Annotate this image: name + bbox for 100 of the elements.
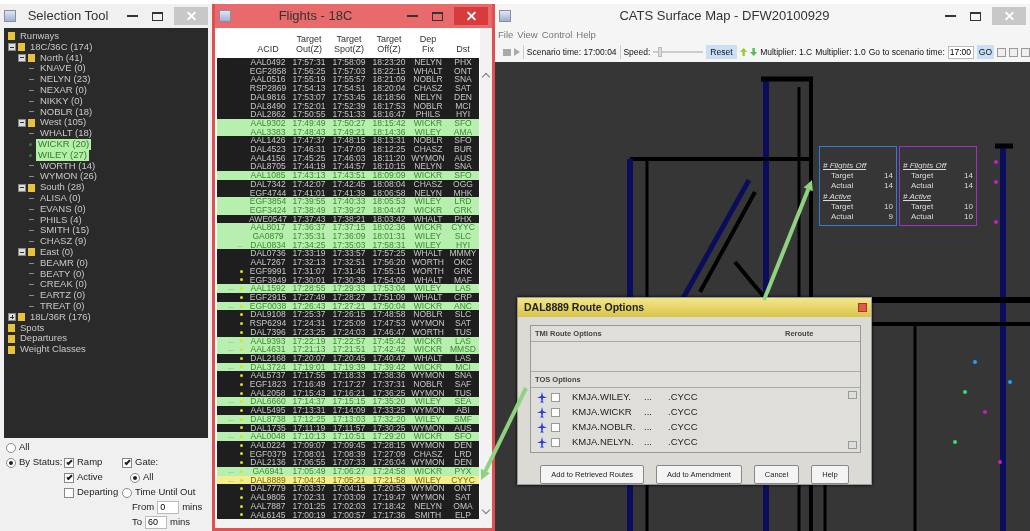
menu-item[interactable]: Help (576, 27, 596, 43)
table-row[interactable]: RSP6294 17:24:31 17:25:09 17:47:53 WYMON SAT (217, 319, 479, 328)
table-row[interactable]: EGF9991 17:31:07 17:31:45 17:55:15 WORTH GRK (217, 266, 479, 276)
maximize-button[interactable] (970, 11, 981, 21)
table-row[interactable]: DAL8705 17:44:19 17:44:57 18:10:15 NELYN SNA (217, 162, 479, 172)
table-row[interactable]: DAL7342 17:42:07 17:42:45 18:08:04 CHASZ OGG (217, 179, 479, 189)
table-row[interactable]: AAL7267 17:32:13 17:32:51 17:56:20 WORTH OKC (217, 258, 479, 267)
stop-icon[interactable] (503, 48, 511, 56)
radio-button[interactable] (6, 442, 16, 453)
checkbox[interactable] (551, 438, 560, 447)
table-row[interactable]: AAL9302 17:49:49 17:50:27 18:15:42 WICKR SFO (217, 118, 479, 128)
table-row[interactable]: AAL5495 17:13:31 17:14:09 17:33:25 WYMON ABI (217, 406, 479, 415)
radio-button[interactable] (6, 457, 16, 468)
collapse-icon[interactable] (18, 248, 26, 257)
scroll-up-button[interactable] (848, 391, 857, 399)
scrollbar[interactable] (215, 519, 492, 528)
tree-item[interactable]: SMITH (15) (38, 225, 92, 237)
scrollbar[interactable] (480, 28, 492, 519)
tree-item[interactable]: BEAMR (0) (38, 257, 91, 269)
tree-item[interactable]: WYMON (26) (38, 171, 99, 183)
column-header[interactable]: ACID (257, 43, 279, 54)
table-row[interactable]: EGF0379 17:08:01 17:08:39 17:27:09 CHASZ LRD (217, 449, 479, 459)
tree-item[interactable]: EVANS (0) (38, 203, 88, 215)
table-row[interactable]: AAL0516 17:55:19 17:55:57 18:21:09 NOBLR SNA (217, 75, 479, 85)
table-row[interactable]: AAL4156 17:45:25 17:46:03 18:11:20 WYMON AUS (217, 153, 479, 163)
table-row[interactable]: AAL1426 17:47:37 17:48:15 18:13:31 NOBLR SFO (217, 136, 479, 146)
tree-item[interactable]: West (105) (38, 117, 89, 129)
tree-item[interactable]: WHALT (18) (38, 128, 94, 139)
menu-item[interactable]: Control (541, 27, 573, 43)
table-row[interactable]: RSP2869 17:54:13 17:54:51 18:20:04 CHASZ SAT (217, 84, 479, 93)
radio-button[interactable] (122, 487, 132, 498)
table-row[interactable]: AAL0492 17:57:31 17:58:09 18:23:20 NELYN PHX (217, 58, 479, 67)
table-row[interactable]: AAL0224 17:09:07 17:09:45 17:28:15 WYMON DEN (217, 440, 479, 450)
table-row[interactable]: EGF3424 17:38:49 17:39:27 18:04:47 WICKR GRK (217, 205, 479, 215)
number-field[interactable]: 0 (157, 501, 180, 514)
table-row[interactable]: AAL6145 17:00:19 17:00:57 17:17:36 SMITH ELP (217, 510, 479, 519)
column-header[interactable]: Dst (456, 43, 470, 54)
table-row[interactable]: GA0879 17:35:31 17:36:09 18:01:31 WILEY SLC (217, 232, 479, 241)
table-row[interactable]: EGF1823 17:16:49 17:17:27 17:37:31 NOBLR SAF (217, 380, 479, 389)
tree-item[interactable]: North (41) (38, 52, 85, 64)
tree-item[interactable]: WILEY (27) (36, 149, 89, 161)
tree-item[interactable]: Runways (18, 31, 62, 42)
tree-item[interactable]: EARTZ (0) (38, 290, 88, 301)
table-row[interactable]: EGF2858 17:56:25 17:57:03 18:22:15 WHALT ONT (217, 66, 479, 76)
table-row[interactable]: AAL7887 17:01:25 17:02:03 17:18:42 NELYN OMA (217, 501, 479, 511)
tree-item[interactable]: Spots (18, 322, 47, 334)
tree-item[interactable]: East (0) (38, 246, 76, 258)
checkbox[interactable] (551, 393, 560, 402)
maximize-button[interactable] (152, 11, 163, 21)
checkbox[interactable] (122, 457, 132, 468)
table-row[interactable]: DAL2168 17:20:07 17:20:45 17:40:47 WHALT LAS (217, 353, 479, 363)
tree-item[interactable]: NELYN (23) (38, 74, 93, 85)
table-row[interactable]: AAL1085 17:43:13 17:43:51 18:09:09 WICKR SFO (217, 171, 479, 180)
table-row[interactable]: EGF4744 17:41:01 17:41:39 18:06:58 NELYN MHK (217, 188, 479, 198)
tree-item[interactable]: TREAT (0) (38, 300, 87, 312)
table-row[interactable]: AAL5737 17:17:55 17:18:33 17:38:36 WYMON SNA (217, 371, 479, 380)
checkbox[interactable] (551, 423, 560, 432)
reset-button[interactable]: Reset (706, 44, 737, 60)
column-header[interactable]: Target Off(Z) (376, 33, 402, 54)
tree-item[interactable]: Weight Classes (18, 344, 88, 355)
down-arrow-icon[interactable] (749, 47, 758, 57)
expand-icon[interactable] (8, 313, 16, 322)
tree-item[interactable]: NIKKY (0) (38, 95, 85, 107)
table-row[interactable]: DAL7396 17:23:25 17:24:03 17:46:47 WORTH TUS (217, 327, 479, 337)
tree-item[interactable]: NOBLR (18) (38, 106, 95, 118)
tree-item[interactable]: Departures (18, 333, 69, 345)
menu-item[interactable]: File (498, 27, 514, 43)
table-row[interactable]: DAL4523 17:46:31 17:47:09 18:12:25 CHASZ BUR (217, 145, 479, 154)
table-row[interactable]: DAL8490 17:52:01 17:52:39 18:17:53 NOBLR MCI (217, 101, 479, 111)
table-row[interactable]: DAL1735 17:11:19 17:11:57 17:30:25 WYMON AUS (217, 423, 479, 433)
tree-item[interactable]: ALISA (0) (38, 192, 83, 204)
column-header[interactable]: Target Spot(Z) (334, 33, 364, 54)
tree-item[interactable]: WORTH (14) (38, 160, 98, 172)
table-row[interactable]: AAL8017 17:36:37 17:37:15 18:02:36 WICKR CYYC (217, 223, 479, 233)
number-field[interactable]: 60 (145, 516, 168, 529)
tree-item[interactable]: CREAK (0) (38, 279, 89, 291)
tree-item[interactable]: BEATY (0) (38, 268, 87, 280)
tree-item[interactable]: KNAVE (0) (38, 63, 88, 75)
menu-item[interactable]: View (517, 27, 538, 43)
checkbox[interactable] (64, 472, 74, 483)
table-row[interactable]: AAL2058 17:15:43 17:16:21 17:36:25 WYMON TUS (217, 388, 479, 398)
collapse-icon[interactable] (18, 54, 26, 62)
time-field[interactable]: 17:00 (947, 45, 974, 59)
table-row[interactable]: DAL7779 17:03:37 17:04:15 17:20:53 WYMON ONT (217, 484, 479, 494)
table-row[interactable]: EGF3949 17:30:01 17:30:39 17:54:09 WHALT MAF (217, 275, 479, 285)
slider-thumb[interactable] (658, 47, 663, 57)
close-button[interactable] (454, 7, 488, 25)
tree-item[interactable]: 18C/36C (174) (28, 41, 95, 53)
column-header[interactable]: Dep Fix (419, 33, 437, 54)
scroll-down-button[interactable] (848, 441, 857, 449)
checkbox[interactable] (551, 408, 560, 417)
checkbox[interactable] (64, 457, 74, 468)
collapse-icon[interactable] (8, 43, 16, 52)
table-row[interactable]: AAL9805 17:02:31 17:03:09 17:19:47 WYMON SAT (217, 493, 479, 502)
radio-button[interactable] (130, 472, 140, 483)
table-row[interactable]: DAL9108 17:25:37 17:26:15 17:48:58 NOBLR SLC (217, 310, 479, 320)
column-header[interactable]: Target Out(Z) (296, 33, 322, 54)
tree-item[interactable]: 18L/36R (176) (28, 311, 93, 323)
tree-item[interactable]: NEXAR (0) (38, 85, 89, 96)
go-button[interactable]: GO (976, 44, 994, 60)
